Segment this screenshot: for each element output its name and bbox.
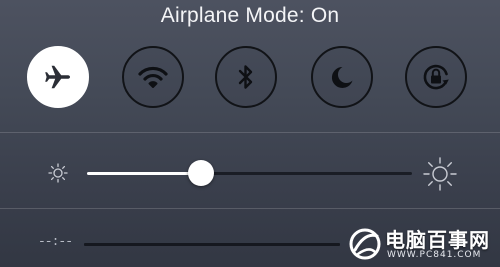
wifi-icon — [138, 66, 168, 88]
brightness-track-filled — [87, 172, 201, 175]
brightness-slider-thumb[interactable] — [187, 160, 214, 186]
sun-large-icon — [423, 157, 457, 191]
wifi-toggle[interactable] — [122, 46, 184, 108]
moon-icon — [331, 66, 353, 88]
airplane-mode-toggle[interactable] — [27, 46, 89, 108]
watermark-text: 电脑百事网 — [385, 228, 490, 252]
sun-small-icon — [48, 163, 68, 183]
status-title: Airplane Mode: On — [160, 4, 340, 27]
brightness-track-empty — [200, 172, 412, 175]
watermark-url: WWW.PC841.COM — [387, 250, 482, 260]
bluetooth-icon — [238, 65, 253, 89]
section-divider — [0, 132, 500, 133]
watermark: 电脑百事网 WWW.PC841.COM — [345, 222, 500, 267]
do-not-disturb-toggle[interactable] — [311, 46, 373, 108]
airplane-icon — [45, 65, 70, 89]
elapsed-time: --:-- — [38, 234, 73, 249]
scrubber-track[interactable] — [84, 243, 340, 246]
bluetooth-toggle[interactable] — [215, 46, 277, 108]
watermark-logo-icon — [349, 228, 381, 260]
toggle-row — [0, 46, 500, 112]
brightness-control — [0, 148, 500, 198]
rotation-lock-icon — [423, 64, 449, 90]
rotation-lock-toggle[interactable] — [405, 46, 467, 108]
section-divider — [0, 208, 500, 209]
